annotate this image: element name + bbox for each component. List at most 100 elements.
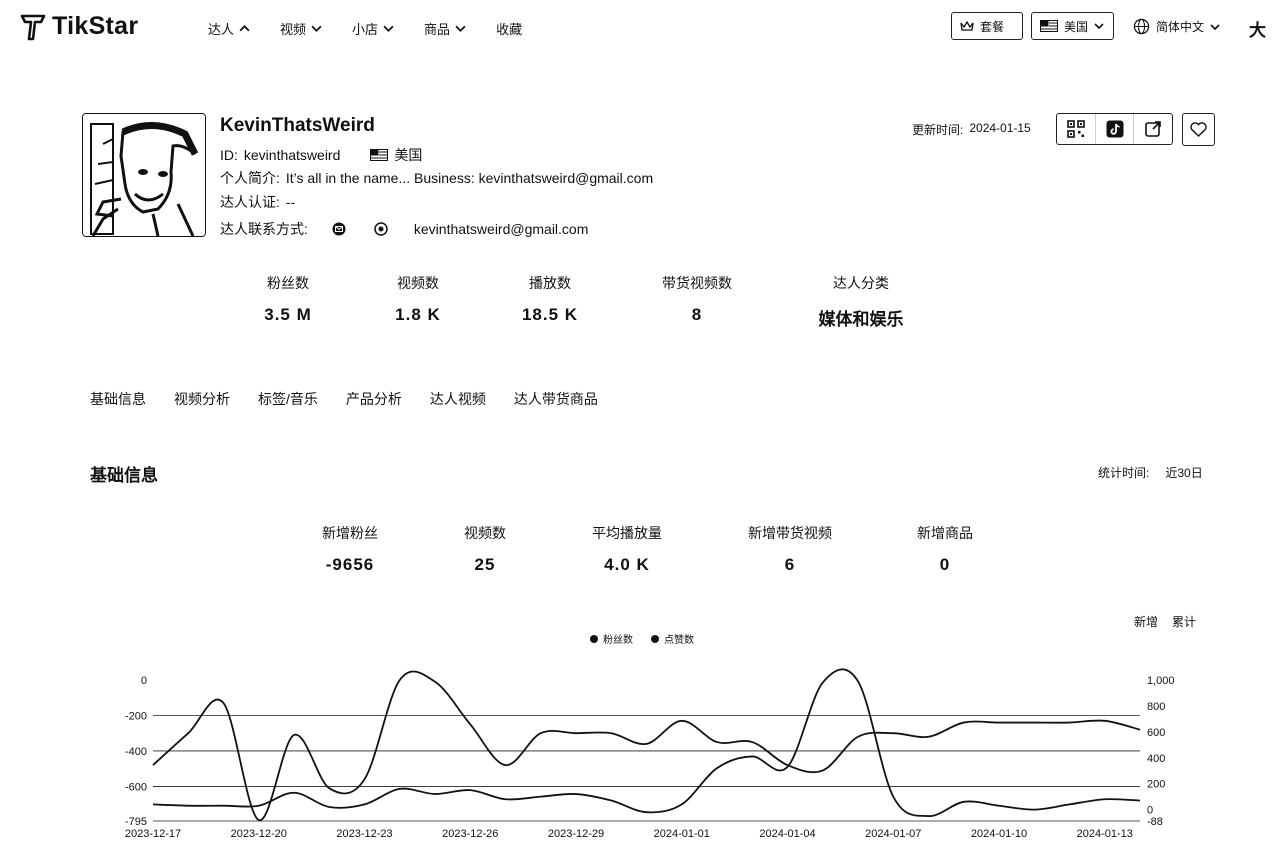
id-value: kevinthatsweird — [243, 147, 341, 163]
avatar — [82, 113, 206, 237]
profile-action-buttons — [1056, 113, 1173, 145]
legend-dot — [651, 634, 659, 643]
external-link-icon — [1145, 121, 1161, 137]
tab-influencer-videos[interactable]: 达人视频 — [430, 389, 486, 409]
legend-label: 点赞数 — [664, 635, 694, 646]
x-tick-label: 2024-01-10 — [971, 828, 1027, 840]
metric-value: -9656 — [325, 555, 375, 574]
metric-label: 视频数 — [464, 525, 506, 541]
verify-label: 达人认证: — [220, 194, 280, 210]
nav-item-video[interactable]: 视频 — [280, 19, 322, 38]
nav-item-favorites[interactable]: 收藏 — [496, 19, 522, 38]
update-value: 2024-01-15 — [969, 121, 1031, 135]
stat-time-select[interactable]: 近30日 — [1165, 464, 1202, 481]
metric-value: 0 — [939, 555, 951, 574]
toggle-new[interactable]: 新增 — [1134, 613, 1158, 630]
y-right-tick-label: 600 — [1147, 727, 1165, 739]
tab-tags-music[interactable]: 标签/音乐 — [258, 389, 318, 409]
nav-label: 小店 — [352, 22, 379, 37]
tab-basic-info[interactable]: 基础信息 — [90, 389, 146, 409]
x-tick-label: 2023-12-23 — [336, 828, 392, 840]
stat-value: 18.5 K — [521, 305, 579, 324]
y-right-tick-label: 200 — [1147, 779, 1165, 791]
y-left-tick-label: -795 — [125, 816, 147, 828]
open-external-button[interactable] — [1134, 114, 1172, 144]
stat-followers: 粉丝数 3.5 M — [238, 273, 338, 325]
x-tick-label: 2024-01-13 — [1077, 828, 1133, 840]
stat-time: 统计时间: 近30日 — [1098, 464, 1203, 481]
qrcode-button[interactable] — [1057, 114, 1096, 144]
x-tick-label: 2023-12-29 — [548, 828, 604, 840]
tab-video-analysis[interactable]: 视频分析 — [174, 389, 230, 409]
detail-tabs: 基础信息 视频分析 标签/音乐 产品分析 达人视频 达人带货商品 — [90, 389, 626, 409]
metric-new-products: 新增商品 0 — [895, 523, 995, 575]
stat-label: 粉丝数 — [267, 275, 309, 291]
region-label: 美国 — [1064, 19, 1089, 34]
favorite-button[interactable] — [1182, 113, 1215, 146]
bio-row: 个人简介: It’s all in the name... Business: … — [220, 168, 653, 188]
stat-category: 达人分类 媒体和娱乐 — [801, 273, 921, 330]
metric-new-sales-videos: 新增带货视频 6 — [730, 523, 850, 575]
nav-item-product[interactable]: 商品 — [424, 19, 466, 38]
metric-label: 平均播放量 — [592, 525, 662, 541]
series-line-followers — [152, 670, 1141, 822]
nav-label: 商品 — [424, 22, 451, 37]
y-right-tick-label: -88 — [1147, 816, 1163, 828]
legend-item[interactable]: 粉丝数 — [590, 631, 633, 646]
heart-icon — [1190, 122, 1207, 137]
country-label: 美国 — [394, 147, 423, 163]
update-time: 更新时间: 2024-01-15 — [912, 121, 1031, 138]
chart-legend: 粉丝数 点赞数 — [590, 631, 694, 646]
plan-button[interactable]: 套餐 — [951, 12, 1023, 40]
contact-row: 达人联系方式: kevinthatsweird@gmail.com — [220, 219, 588, 239]
contact-icon[interactable] — [374, 222, 388, 236]
section-title: 基础信息 — [90, 466, 158, 485]
font-size-toggle[interactable]: 大 — [1249, 16, 1266, 41]
y-right-tick-label: 0 — [1147, 805, 1153, 817]
stat-value: 8 — [691, 305, 703, 324]
toggle-cumulative[interactable]: 累计 — [1172, 613, 1196, 630]
tiktok-button[interactable] — [1096, 114, 1135, 144]
crown-icon — [960, 20, 974, 31]
language-select[interactable]: 简体中文 — [1133, 18, 1220, 35]
legend-item[interactable]: 点赞数 — [651, 631, 694, 646]
x-tick-label: 2024-01-04 — [759, 828, 815, 840]
region-select[interactable]: 美国 — [1031, 12, 1114, 40]
stat-label: 带货视频数 — [662, 275, 732, 291]
bio-label: 个人简介: — [220, 170, 280, 186]
nav-item-shop[interactable]: 小店 — [352, 19, 394, 38]
chevron-down-icon — [311, 25, 322, 32]
metric-value: 4.0 K — [604, 555, 650, 574]
top-navigation-bar: TikStar 达人 视频 小店 商品 收藏 套餐 美国 简体中文 大 — [0, 0, 1280, 56]
chevron-down-icon — [1210, 23, 1220, 30]
bio-text: It’s all in the name... Business: kevint… — [285, 170, 654, 186]
metric-label: 新增粉丝 — [322, 525, 378, 541]
us-flag-icon — [370, 149, 389, 161]
legend-dot — [590, 634, 598, 643]
update-label: 更新时间: — [912, 123, 964, 137]
y-right-tick-label: 1,000 — [1147, 675, 1175, 687]
main-nav: 达人 视频 小店 商品 收藏 — [208, 19, 552, 38]
stat-value: 1.8 K — [395, 305, 441, 324]
y-left-tick-label: -200 — [125, 710, 147, 722]
id-label: ID: — [220, 147, 238, 163]
y-right-tick-label: 800 — [1147, 701, 1165, 713]
tab-influencer-products[interactable]: 达人带货商品 — [514, 389, 598, 409]
trend-chart: 0-200-400-600-7951,0008006004002000-8820… — [125, 668, 1175, 840]
nav-item-influencer[interactable]: 达人 — [208, 19, 250, 38]
y-left-tick-label: -400 — [125, 746, 147, 758]
logo[interactable]: TikStar — [20, 12, 138, 41]
tiktok-icon — [1106, 120, 1123, 138]
contact-email[interactable]: kevinthatsweird@gmail.com — [414, 221, 589, 237]
email-icon[interactable] — [332, 222, 346, 236]
influencer-name: KevinThatsWeird — [220, 115, 375, 136]
avatar-image — [83, 114, 205, 236]
tab-product-analysis[interactable]: 产品分析 — [346, 389, 402, 409]
stat-sales-videos: 带货视频数 8 — [637, 273, 757, 325]
plan-label: 套餐 — [980, 19, 1005, 34]
tikstar-logo-icon — [20, 14, 46, 40]
x-tick-label: 2023-12-20 — [231, 828, 287, 840]
nav-label: 收藏 — [496, 22, 523, 37]
stat-label: 播放数 — [529, 275, 571, 291]
metric-value: 25 — [474, 555, 496, 574]
